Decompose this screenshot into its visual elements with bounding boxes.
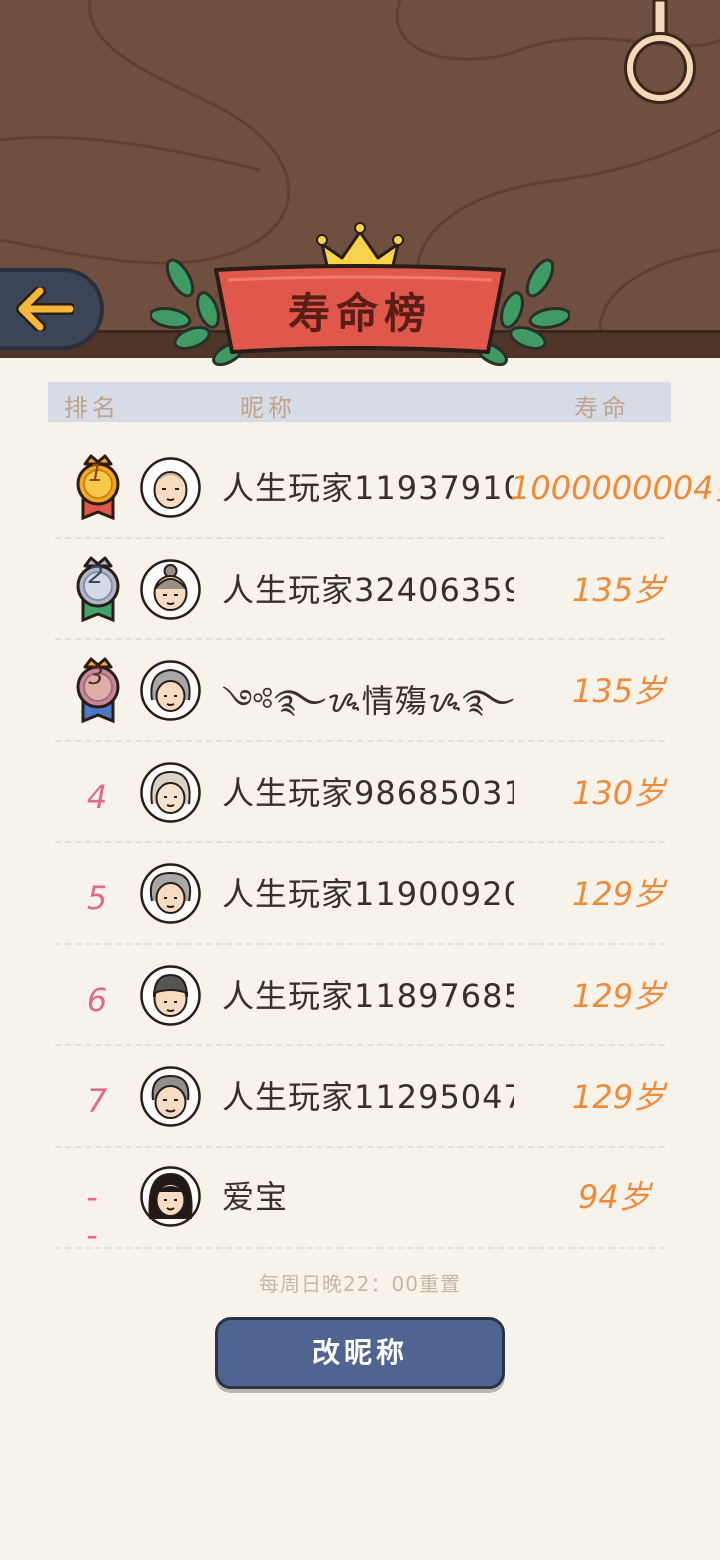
leaderboard-row: 2 人生玩家324063593 135岁 — [0, 539, 720, 641]
rank-number: 1 — [88, 459, 104, 487]
rank-number: - - — [86, 1177, 104, 1254]
player-age: 135岁 — [572, 672, 666, 710]
avatar — [140, 1165, 201, 1227]
page-title: 寿命榜 — [287, 289, 432, 338]
player-name: 人生玩家11295047 — [222, 1078, 514, 1116]
leaderboard-row: 7 人生玩家11295047 129岁 — [0, 1046, 720, 1148]
leaderboard-row: 4 人生玩家986850317 130岁 — [0, 742, 720, 844]
rank-number: 2 — [88, 560, 104, 589]
player-name: 爱宝 — [222, 1177, 289, 1216]
player-age: 129岁 — [572, 875, 666, 913]
rank-number: 7 — [86, 1082, 108, 1120]
player-age: 129岁 — [572, 1078, 666, 1116]
player-name: 人生玩家324063593 — [222, 570, 514, 609]
player-age: 1000000004岁 — [510, 469, 720, 507]
rank-number: 6 — [86, 980, 108, 1019]
avatar — [140, 863, 201, 924]
player-age: 94岁 — [578, 1177, 651, 1216]
player-name: 人生玩家11900920 — [222, 875, 514, 913]
avatar — [140, 660, 201, 721]
col-nickname-label: 昵称 — [240, 394, 296, 422]
avatar — [140, 761, 201, 823]
leaderboard-row: 1 人生玩家11937910 1000000004岁 — [0, 437, 720, 539]
leaderboard-row: 3 ༺࿐ᝰ情殤ᝰ࿐༻ 135岁 — [0, 640, 720, 742]
leaderboard-list: 1 人生玩家11937910 1000000004岁 2 人生玩家3240635… — [0, 437, 720, 1254]
col-lifespan-label: 寿命 — [574, 394, 630, 422]
avatar — [140, 964, 201, 1026]
player-name: 人生玩家11937910 — [222, 469, 514, 507]
player-age: 135岁 — [572, 570, 666, 609]
hanging-ring-icon — [624, 0, 696, 104]
player-name: 人生玩家986850317 — [222, 773, 514, 812]
avatar — [140, 457, 201, 518]
rank-number: 4 — [86, 777, 108, 816]
player-age: 130岁 — [572, 773, 666, 812]
reset-note: 每周日晚22：00重置 — [259, 1272, 461, 1296]
column-header: 排名 昵称 寿命 — [48, 382, 671, 422]
player-name: 人生玩家11897685 — [222, 976, 514, 1015]
rank-number: 3 — [88, 662, 104, 690]
rename-button[interactable]: 改昵称 — [215, 1317, 505, 1389]
rank-number: 5 — [86, 879, 108, 917]
avatar — [140, 1066, 201, 1127]
col-rank-label: 排名 — [64, 394, 120, 422]
leaderboard-row: 6 人生玩家11897685 129岁 — [0, 945, 720, 1047]
leaderboard-row: 5 人生玩家11900920 129岁 — [0, 843, 720, 945]
player-age: 129岁 — [572, 976, 666, 1015]
leaderboard-row-self: - - 爱宝 94岁 — [0, 1148, 720, 1254]
avatar — [140, 558, 201, 620]
